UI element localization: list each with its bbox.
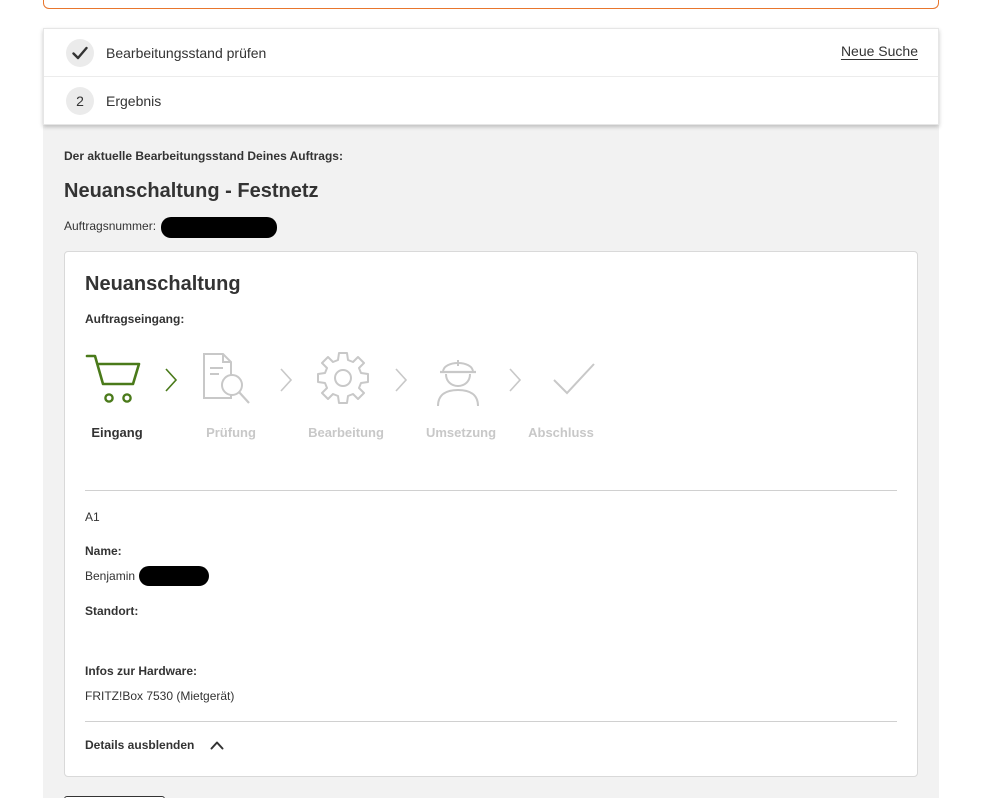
order-number-label: Auftragsnummer: (64, 219, 157, 233)
order-detail-card: Neuanschaltung Auftragseingang: Eingang … (64, 251, 918, 777)
step-number: 2 (66, 87, 94, 115)
chevron-up-icon (210, 741, 224, 750)
step-check-status[interactable]: Bearbeitungsstand prüfen Neue Suche (44, 29, 938, 77)
status-step-label: Prüfung (206, 425, 256, 440)
new-search-link[interactable]: Neue Suche (841, 43, 918, 59)
status-intro: Der aktuelle Bearbeitungsstand Deines Au… (64, 149, 343, 163)
redacted-surname (139, 566, 209, 586)
hardware-value: FRITZ!Box 7530 (Mietgerät) (85, 689, 235, 703)
result-panel: Der aktuelle Bearbeitungsstand Deines Au… (43, 125, 939, 798)
toggle-label: Details ausblenden (85, 738, 195, 752)
name-value: Benjamin (85, 569, 136, 583)
worker-helmet-icon (437, 360, 479, 407)
hardware-label: Infos zur Hardware: (85, 664, 198, 678)
alert-box-border (43, 0, 939, 9)
shopping-cart-icon (85, 354, 141, 403)
status-step-label: Bearbeitung (308, 425, 384, 440)
progress-stepper: Bearbeitungsstand prüfen Neue Suche 2 Er… (43, 28, 939, 125)
chevron-right-icon (280, 368, 293, 392)
status-heading: Auftragseingang: (85, 312, 185, 326)
hide-details-toggle[interactable]: Details ausblenden (85, 738, 224, 752)
redacted-order-number (161, 217, 277, 238)
chevron-right-icon (165, 368, 178, 392)
step-label: Ergebnis (106, 93, 162, 109)
chevron-right-icon (395, 368, 408, 392)
document-search-icon (203, 353, 250, 404)
status-step-label: Umsetzung (425, 425, 497, 440)
name-label: Name: (85, 544, 122, 558)
status-step-label: Abschluss (528, 425, 594, 440)
status-step-label: Eingang (91, 425, 143, 440)
order-code: A1 (85, 510, 100, 524)
checkmark-icon (553, 363, 595, 395)
order-title: Neuanschaltung - Festnetz (64, 180, 319, 202)
divider (85, 490, 897, 491)
checkmark-icon (66, 38, 94, 67)
card-title: Neuanschaltung (85, 273, 241, 295)
chevron-right-icon (509, 368, 522, 392)
gear-icon (317, 352, 369, 404)
location-label: Standort: (85, 604, 139, 618)
step-label: Bearbeitungsstand prüfen (106, 44, 267, 61)
divider (85, 721, 897, 722)
step-result: 2 Ergebnis (44, 77, 938, 125)
